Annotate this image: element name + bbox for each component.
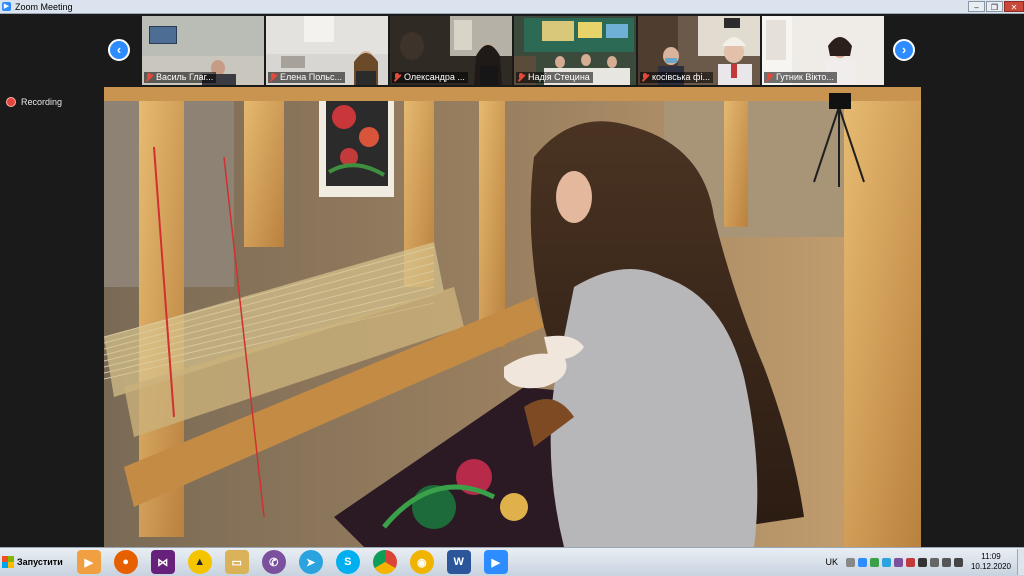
system-clock[interactable]: 11:09 10.12.2020 <box>969 552 1013 572</box>
recording-label: Recording <box>21 97 63 107</box>
participant-tile[interactable]: Василь Глаг... <box>142 16 264 85</box>
media-player-icon[interactable]: ▶ <box>76 550 101 574</box>
participant-tile[interactable]: Елена Польс... <box>266 16 388 85</box>
window-titlebar: ▶ Zoom Meeting – ❐ ✕ <box>0 0 1024 14</box>
window-title: Zoom Meeting <box>15 1 73 12</box>
windows-logo-icon <box>2 556 14 568</box>
video-frame <box>104 87 921 547</box>
participant-tile[interactable]: Олександра ... <box>390 16 512 85</box>
cloud-icon[interactable] <box>882 557 891 567</box>
muted-mic-icon <box>393 73 401 82</box>
participant-name: Гутник Вікто... <box>776 72 834 82</box>
participant-name-tag: косівська фі... <box>640 72 713 83</box>
start-label: Запустити <box>17 557 63 567</box>
windows-taskbar: Запустити ▶ ● ⋈ ▲ ▭ ✆ ➤ S ◉ W ▶ UK 11:09 <box>0 547 1024 576</box>
keyboard-icon[interactable] <box>846 557 855 567</box>
participant-name: Надія Стецина <box>528 72 590 82</box>
firefox-icon[interactable]: ● <box>113 550 138 574</box>
participant-tile[interactable]: косівська фі... <box>638 16 760 85</box>
zoom-icon[interactable]: ▶ <box>483 550 508 574</box>
participant-name-tag: Надія Стецина <box>516 72 593 83</box>
clock-time: 11:09 <box>981 552 1001 561</box>
muted-mic-icon <box>269 73 277 82</box>
clock-date: 10.12.2020 <box>970 562 1012 571</box>
participant-name: Елена Польс... <box>280 72 342 82</box>
pinned-apps: ▶ ● ⋈ ▲ ▭ ✆ ➤ S ◉ W ▶ <box>76 550 508 574</box>
participant-name-tag: Гутник Вікто... <box>764 72 837 83</box>
show-desktop-button[interactable] <box>1017 549 1024 575</box>
participant-tile[interactable]: Гутник Вікто... <box>762 16 884 85</box>
participant-gallery: Василь Глаг... Елена Польс... Олександра… <box>142 16 884 85</box>
gallery-prev-button[interactable]: ‹ <box>108 39 130 61</box>
skype-icon[interactable]: S <box>335 550 360 574</box>
language-indicator[interactable]: UK <box>825 557 838 567</box>
viber-icon[interactable]: ✆ <box>261 550 286 574</box>
participant-name-tag: Олександра ... <box>392 72 468 83</box>
flag-icon[interactable] <box>930 557 939 567</box>
participant-name: Василь Глаг... <box>156 72 214 82</box>
zoom-logo-icon: ▶ <box>2 2 11 11</box>
app-tray-icon[interactable] <box>918 557 927 567</box>
shield-icon[interactable] <box>906 557 915 567</box>
viber-tray-icon[interactable] <box>894 557 903 567</box>
recording-indicator[interactable]: Recording <box>6 97 62 107</box>
archicad-icon[interactable]: ▲ <box>187 550 212 574</box>
network-icon[interactable] <box>858 557 867 567</box>
start-button[interactable]: Запустити <box>0 549 67 575</box>
visual-studio-icon[interactable]: ⋈ <box>150 550 175 574</box>
participant-name: Олександра ... <box>404 72 465 82</box>
antivirus-icon[interactable] <box>870 557 879 567</box>
window-controls: – ❐ ✕ <box>967 0 1024 13</box>
muted-mic-icon <box>765 73 773 82</box>
participant-name-tag: Василь Глаг... <box>144 72 217 83</box>
restore-button[interactable]: ❐ <box>986 1 1003 12</box>
volume-icon[interactable] <box>954 557 963 567</box>
system-tray: UK 11:09 10.12.2020 <box>825 548 1024 576</box>
minimize-button[interactable]: – <box>968 1 985 12</box>
participant-tile[interactable]: Надія Стецина <box>514 16 636 85</box>
muted-mic-icon <box>145 73 153 82</box>
notification-icons <box>846 557 963 567</box>
signal-icon[interactable] <box>942 557 951 567</box>
app-yellow-icon[interactable]: ◉ <box>409 550 434 574</box>
gallery-next-button[interactable]: › <box>893 39 915 61</box>
active-speaker-video <box>104 87 921 547</box>
close-button[interactable]: ✕ <box>1004 1 1024 12</box>
recording-dot-icon <box>6 97 16 107</box>
participant-name-tag: Елена Польс... <box>268 72 345 83</box>
word-icon[interactable]: W <box>446 550 471 574</box>
folder-icon[interactable]: ▭ <box>224 550 249 574</box>
muted-mic-icon <box>517 73 525 82</box>
muted-mic-icon <box>641 73 649 82</box>
chrome-icon[interactable] <box>372 550 397 574</box>
participant-name: косівська фі... <box>652 72 710 82</box>
telegram-icon[interactable]: ➤ <box>298 550 323 574</box>
